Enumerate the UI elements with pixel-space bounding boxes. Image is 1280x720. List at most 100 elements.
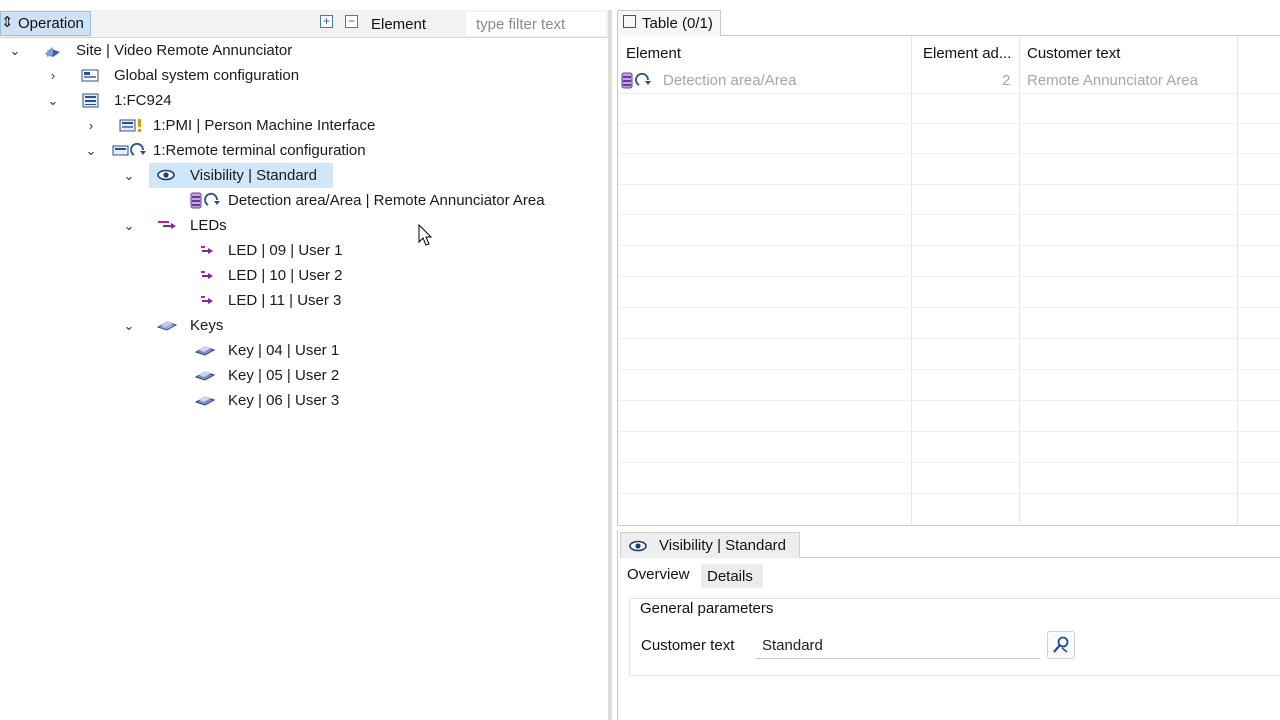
panel-icon bbox=[81, 88, 101, 113]
cell-customer-text: Remote Annunciator Area bbox=[1027, 72, 1198, 89]
tree-node-site[interactable]: ⌄ Site | Video Remote Annunciator bbox=[0, 38, 600, 63]
eye-icon bbox=[629, 537, 649, 558]
column-divider[interactable] bbox=[1019, 36, 1020, 524]
element-filter-label: Element bbox=[371, 16, 427, 33]
row-gridline bbox=[618, 493, 1280, 494]
mouse-cursor-icon bbox=[418, 223, 434, 252]
row-gridline bbox=[618, 123, 1280, 124]
table-tab-title: Table (0/1) bbox=[642, 15, 713, 32]
row-gridline bbox=[618, 338, 1280, 339]
tree-node-label: Site | Video Remote Annunciator bbox=[76, 42, 293, 59]
tree-node-label: Key | 04 | User 1 bbox=[228, 342, 340, 359]
detection-area-icon bbox=[188, 188, 224, 213]
chevron-down-icon[interactable]: ⌄ bbox=[46, 88, 60, 113]
tree-node-label: Detection area/Area | Remote Annunciator… bbox=[228, 192, 545, 209]
tree-node-key-06[interactable]: Key | 06 | User 3 bbox=[0, 388, 600, 413]
chevron-down-icon[interactable]: ⌄ bbox=[122, 163, 136, 188]
key-icon bbox=[194, 388, 217, 413]
tree-node-leds[interactable]: ⌄ LEDs bbox=[0, 213, 600, 238]
eye-icon bbox=[157, 163, 177, 188]
keys-icon bbox=[156, 313, 179, 338]
row-gridline bbox=[618, 462, 1280, 463]
tree-node-label: 1:PMI | Person Machine Interface bbox=[153, 117, 376, 134]
tree-node-label: Keys bbox=[190, 317, 224, 334]
elements-table bbox=[617, 36, 1280, 526]
tab-overview[interactable]: Overview bbox=[627, 566, 690, 583]
column-divider[interactable] bbox=[911, 36, 912, 524]
properties-tab[interactable]: Visibility | Standard bbox=[620, 532, 800, 558]
leds-icon bbox=[157, 213, 179, 238]
row-gridline bbox=[618, 276, 1280, 277]
operation-swap-icon: ⇕ bbox=[1, 14, 14, 31]
panel-splitter[interactable] bbox=[608, 10, 612, 720]
tree-node-visibility[interactable]: ⌄ Visibility | Standard bbox=[0, 163, 340, 188]
tree-node-led-09[interactable]: LED | 09 | User 1 bbox=[0, 238, 600, 263]
row-gridline bbox=[618, 369, 1280, 370]
column-header-customer-text[interactable]: Customer text bbox=[1027, 45, 1120, 62]
chevron-right-icon[interactable]: › bbox=[84, 113, 98, 138]
group-title: General parameters bbox=[638, 600, 776, 617]
customer-text-field[interactable] bbox=[755, 632, 1040, 659]
row-gridline bbox=[618, 245, 1280, 246]
collapse-all-icon[interactable]: − bbox=[345, 15, 358, 28]
chevron-down-icon[interactable]: ⌄ bbox=[122, 213, 136, 238]
tree-node-label: 1:Remote terminal configuration bbox=[153, 142, 366, 159]
table-tab-strip bbox=[721, 10, 1280, 36]
tree-node-detection-area[interactable]: Detection area/Area | Remote Annunciator… bbox=[0, 188, 600, 213]
chevron-down-icon[interactable]: ⌄ bbox=[84, 138, 98, 163]
table-tab[interactable]: Table (0/1) bbox=[617, 10, 721, 36]
key-icon bbox=[194, 363, 217, 388]
chevron-down-icon[interactable]: ⌄ bbox=[8, 38, 22, 63]
row-gridline bbox=[618, 400, 1280, 401]
customer-text-label: Customer text bbox=[641, 637, 735, 654]
column-header-element[interactable]: Element bbox=[626, 45, 681, 62]
translate-icon[interactable] bbox=[1047, 631, 1075, 659]
row-gridline bbox=[618, 93, 1280, 94]
led-icon bbox=[199, 288, 215, 313]
tree-node-label: Key | 05 | User 2 bbox=[228, 367, 340, 384]
global-config-icon bbox=[81, 63, 101, 88]
tree-node-pmi[interactable]: › 1:PMI | Person Machine Interface bbox=[0, 113, 600, 138]
cell-element-address: 2 bbox=[1002, 72, 1011, 89]
expand-all-icon[interactable]: + bbox=[320, 15, 333, 28]
row-gridline bbox=[618, 214, 1280, 215]
led-icon bbox=[199, 238, 215, 263]
tree-node-key-05[interactable]: Key | 05 | User 2 bbox=[0, 363, 600, 388]
tree-node-label: Visibility | Standard bbox=[190, 167, 318, 184]
row-gridline bbox=[618, 153, 1280, 154]
tree-node-led-11[interactable]: LED | 11 | User 3 bbox=[0, 288, 600, 313]
column-divider[interactable] bbox=[1237, 36, 1238, 524]
tree-node-label: LED | 10 | User 2 bbox=[228, 267, 343, 284]
tree-node-remote-terminal[interactable]: ⌄ 1:Remote terminal configuration bbox=[0, 138, 600, 163]
row-gridline bbox=[618, 184, 1280, 185]
tree-node-label: LEDs bbox=[190, 217, 227, 234]
chevron-right-icon[interactable]: › bbox=[46, 63, 60, 88]
cell-element: Detection area/Area bbox=[663, 72, 797, 89]
tree-node-keys[interactable]: ⌄ Keys bbox=[0, 313, 600, 338]
row-gridline bbox=[618, 307, 1280, 308]
tree-node-label: Global system configuration bbox=[114, 67, 300, 84]
detection-area-icon bbox=[620, 70, 656, 96]
properties-tab-strip bbox=[800, 557, 1280, 558]
tree-node-label: LED | 11 | User 3 bbox=[228, 292, 342, 309]
led-icon bbox=[199, 263, 215, 288]
column-header-element-address[interactable]: Element ad... bbox=[923, 45, 1011, 62]
operation-tab[interactable]: ⇕ Operation bbox=[0, 11, 91, 36]
site-icon bbox=[43, 38, 63, 63]
tree-node-label: Key | 06 | User 3 bbox=[228, 392, 340, 409]
table-icon bbox=[623, 15, 636, 28]
key-icon bbox=[194, 338, 217, 363]
tab-details[interactable]: Details bbox=[701, 564, 763, 588]
operation-tab-label: Operation bbox=[18, 15, 84, 32]
chevron-down-icon[interactable]: ⌄ bbox=[122, 313, 136, 338]
tree-node-key-04[interactable]: Key | 04 | User 1 bbox=[0, 338, 600, 363]
tree-node-led-10[interactable]: LED | 10 | User 2 bbox=[0, 263, 600, 288]
tree-node-label: LED | 09 | User 1 bbox=[228, 242, 343, 259]
row-gridline bbox=[618, 431, 1280, 432]
pmi-icon bbox=[119, 113, 147, 138]
tree-node-global-config[interactable]: › Global system configuration bbox=[0, 63, 600, 88]
tree-node-label: 1:FC924 bbox=[114, 92, 172, 109]
remote-terminal-icon bbox=[112, 138, 148, 163]
filter-input[interactable] bbox=[466, 12, 606, 36]
tree-node-fc924[interactable]: ⌄ 1:FC924 bbox=[0, 88, 600, 113]
